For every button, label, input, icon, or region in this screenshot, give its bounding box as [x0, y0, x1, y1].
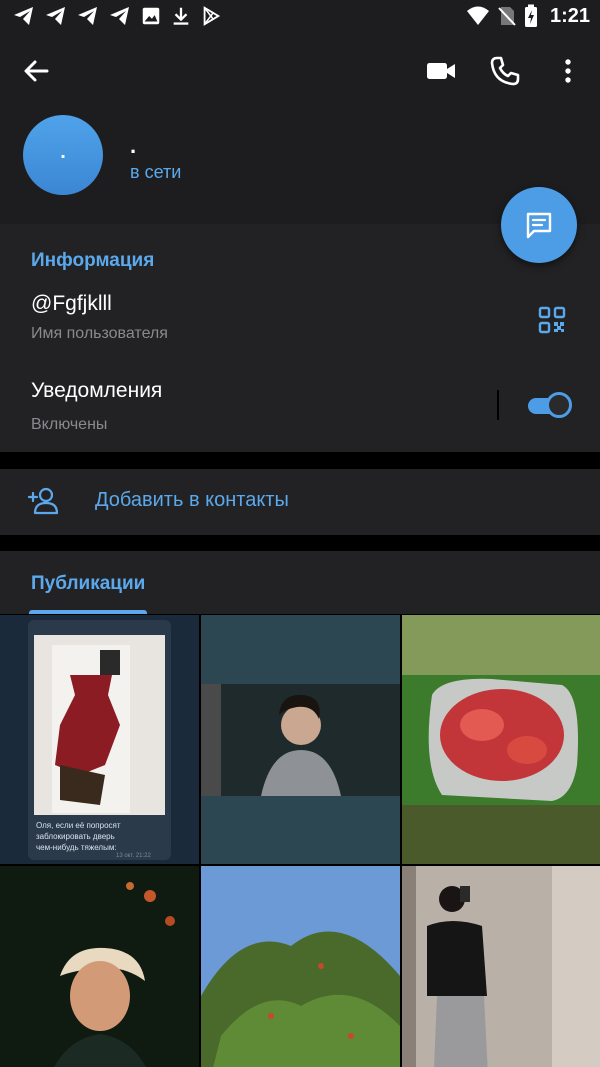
qr-code-icon	[538, 306, 566, 334]
qr-code-button[interactable]	[538, 306, 566, 334]
video-call-icon	[427, 63, 455, 79]
status-bar: 1:21	[0, 0, 600, 34]
portrait-illustration	[201, 615, 400, 864]
online-status: в сети	[130, 162, 182, 182]
toggle-divider	[497, 390, 499, 420]
image-icon	[142, 7, 160, 25]
media-grid: Оля, если её попросят заблокировать двер…	[0, 615, 600, 1067]
apples-illustration	[402, 615, 600, 864]
caption-meta: 13 окт. 21:22	[116, 853, 151, 859]
info-section: Информация @Fgfjklll Имя пользователя Ув…	[0, 224, 600, 452]
back-arrow-icon	[24, 60, 49, 82]
call-button[interactable]	[488, 54, 522, 88]
add-to-contacts-label: Добавить в контакты	[95, 489, 289, 511]
notifications-status: Включены	[31, 416, 108, 433]
battery-charging-icon	[524, 4, 537, 27]
caption-line: Оля, если её попросят	[36, 821, 121, 830]
add-user-icon	[27, 487, 59, 515]
profile-header: . . в сети	[0, 34, 600, 224]
media-thumbnail-6[interactable]	[402, 866, 600, 1067]
more-vert-icon	[565, 59, 571, 83]
message-icon	[526, 212, 552, 239]
username-value[interactable]: @Fgfjklll	[31, 292, 112, 316]
media-tabs: Публикации	[0, 551, 600, 614]
play-store-icon	[203, 6, 221, 26]
telegram-icon	[46, 7, 65, 25]
download-icon	[173, 7, 189, 25]
more-options-button[interactable]	[556, 54, 580, 88]
tab-indicator	[29, 610, 147, 614]
telegram-icon	[110, 7, 129, 25]
avatar-initial: .	[60, 141, 66, 163]
phone-icon	[490, 56, 520, 86]
notifications-title[interactable]: Уведомления	[31, 379, 162, 403]
media-thumbnail-2[interactable]	[201, 615, 400, 864]
tab-publications[interactable]: Публикации	[31, 573, 145, 595]
telegram-icon	[14, 7, 33, 25]
media-thumbnail-5[interactable]	[201, 866, 400, 1067]
add-to-contacts-button[interactable]: Добавить в контакты	[0, 469, 600, 535]
section-separator	[0, 535, 600, 551]
back-button[interactable]	[20, 54, 54, 88]
username-label: Имя пользователя	[31, 325, 168, 342]
avatar[interactable]: .	[23, 115, 103, 195]
no-sim-icon	[498, 7, 516, 26]
media-thumbnail-4[interactable]	[0, 866, 199, 1067]
toggle-knob	[546, 392, 572, 418]
send-message-button[interactable]	[501, 187, 577, 263]
media-thumbnail-1[interactable]: Оля, если её попросят заблокировать двер…	[0, 615, 199, 864]
info-section-title: Информация	[31, 250, 155, 271]
section-separator	[0, 452, 600, 469]
clock: 1:21	[549, 4, 590, 27]
video-call-button[interactable]	[424, 54, 458, 88]
notifications-toggle[interactable]	[526, 392, 572, 418]
caption-line: заблокировать дверь	[36, 832, 115, 841]
wifi-icon	[466, 6, 489, 25]
tree-illustration	[201, 866, 400, 1067]
system-icons: 1:21	[466, 4, 590, 28]
telegram-icon	[78, 7, 97, 25]
woman-with-apple-illustration	[0, 866, 199, 1067]
media-thumbnail-3[interactable]	[402, 615, 600, 864]
notification-icons	[12, 4, 222, 28]
profile-name: .	[130, 133, 137, 158]
mirror-selfie-illustration	[402, 866, 600, 1067]
caption-line: чем-нибудь тяжелым:	[36, 843, 117, 852]
